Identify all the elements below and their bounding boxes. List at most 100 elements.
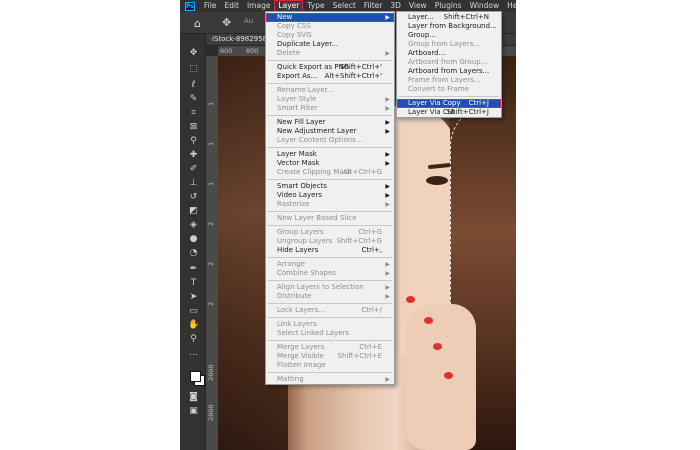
layer-menu-item-export-as[interactable]: Export As... Alt+Shift+Ctrl+': [266, 72, 394, 81]
hand-tool-icon[interactable]: ✋: [188, 320, 199, 331]
menu-separator: [268, 211, 392, 212]
pen-tool-icon[interactable]: ✒: [188, 264, 199, 275]
menu-item-label: Layer from Background...: [408, 22, 497, 30]
quick-mask-icon[interactable]: ◙: [188, 392, 199, 403]
foreground-color-swatch[interactable]: [190, 371, 201, 382]
menu-separator: [268, 257, 392, 258]
layer-menu-item-copy-svg[interactable]: Copy SVG: [266, 31, 394, 40]
layer-menu-item-hide-layers[interactable]: Hide Layers Ctrl+,: [266, 246, 394, 255]
layer-menu-item-copy-css[interactable]: Copy CSS: [266, 22, 394, 31]
eraser-tool-icon[interactable]: ◩: [188, 206, 199, 217]
brush-tool-icon[interactable]: ✐: [188, 164, 199, 175]
eyedropper-tool-icon[interactable]: ⚲: [188, 136, 199, 147]
menu-item-shortcut: Ctrl+J: [468, 99, 489, 107]
layer-menu-item-new-fill-layer[interactable]: New Fill Layer ▶: [266, 118, 394, 127]
menu-item-label: Matting: [277, 375, 304, 383]
tools-panel: ✥ ⬚ ℓ ✎ ⌗ ⊠ ⚲ ✚ ✐ ⊥ ↺ ◩ ◈ ● ◔ ✒ T ➤ ▭ ✋ …: [180, 34, 206, 450]
menu-item-label: Link Layers: [277, 320, 317, 328]
menu-help[interactable]: Help: [503, 0, 516, 12]
new-menu-item-artboard-from-layers[interactable]: Artboard from Layers...: [397, 67, 501, 76]
menu-item-shortcut: Ctrl+,: [361, 246, 382, 254]
layer-menu-item-matting[interactable]: Matting ▶: [266, 375, 394, 384]
submenu-arrow-icon: ▶: [385, 14, 390, 21]
new-menu-item-layer-via-cut[interactable]: Layer Via Cut Shift+Ctrl+J: [397, 108, 501, 117]
history-brush-tool-icon[interactable]: ↺: [188, 192, 199, 203]
layer-menu-item-new[interactable]: New ▶: [266, 13, 394, 22]
marquee-tool-icon[interactable]: ⬚: [188, 64, 199, 75]
layer-menu-item-ungroup-layers[interactable]: Ungroup Layers Shift+Ctrl+G: [266, 237, 394, 246]
menu-item-label: Smart Objects: [277, 182, 327, 190]
layer-menu-item-layer-content-options[interactable]: Layer Content Options...: [266, 136, 394, 145]
submenu-arrow-icon: ▶: [385, 160, 390, 167]
menu-item-shortcut: Shift+Ctrl+': [339, 63, 382, 71]
submenu-arrow-icon: ▶: [385, 201, 390, 208]
screen-mode-icon[interactable]: ▣: [188, 406, 199, 417]
layer-menu-item-vector-mask[interactable]: Vector Mask ▶: [266, 159, 394, 168]
layer-menu-item-delete[interactable]: Delete ▶: [266, 49, 394, 58]
menu-item-label: New Adjustment Layer: [277, 127, 357, 135]
rectangle-tool-icon[interactable]: ▭: [188, 306, 199, 317]
new-menu-item-layer-via-copy[interactable]: Layer Via Copy Ctrl+J: [397, 99, 501, 108]
new-menu-item-frame-from-layers[interactable]: Frame from Layers...: [397, 76, 501, 85]
zoom-tool-icon[interactable]: ⚲: [188, 334, 199, 345]
frame-tool-icon[interactable]: ⊠: [188, 122, 199, 133]
layer-menu-item-arrange[interactable]: Arrange ▶: [266, 260, 394, 269]
healing-brush-tool-icon[interactable]: ✚: [188, 150, 199, 161]
layer-menu-item-layer-style[interactable]: Layer Style ▶: [266, 95, 394, 104]
submenu-arrow-icon: ▶: [385, 151, 390, 158]
layer-menu-item-flatten-image[interactable]: Flatten Image: [266, 361, 394, 370]
layer-menu-item-layer-mask[interactable]: Layer Mask ▶: [266, 150, 394, 159]
layer-menu-item-link-layers[interactable]: Link Layers: [266, 320, 394, 329]
layer-menu-item-rasterize[interactable]: Rasterize ▶: [266, 200, 394, 209]
menu-separator: [268, 115, 392, 116]
layer-menu-item-rename-layer[interactable]: Rename Layer...: [266, 86, 394, 95]
layer-menu-item-video-layers[interactable]: Video Layers ▶: [266, 191, 394, 200]
layer-menu-item-select-linked-layers[interactable]: Select Linked Layers: [266, 329, 394, 338]
menu-item-label: Frame from Layers...: [408, 76, 481, 84]
blur-tool-icon[interactable]: ●: [188, 234, 199, 245]
clone-stamp-tool-icon[interactable]: ⊥: [188, 178, 199, 189]
dodge-tool-icon[interactable]: ◔: [188, 248, 199, 259]
layer-menu-item-create-clipping-mask[interactable]: Create Clipping Mask Alt+Ctrl+G: [266, 168, 394, 177]
paint-bucket-tool-icon[interactable]: ◈: [188, 220, 199, 231]
layer-menu-item-new-layer-based-slice[interactable]: New Layer Based Slice: [266, 214, 394, 223]
new-submenu-dropdown: Layer... Shift+Ctrl+N Layer from Backgroun…: [396, 11, 502, 118]
menu-item-label: Layer...: [408, 13, 434, 21]
document-tab-label: iStock-89829585: [212, 35, 272, 43]
menu-item-label: Video Layers: [277, 191, 323, 199]
menu-edit[interactable]: Edit: [220, 0, 243, 12]
new-menu-item-layer[interactable]: Layer... Shift+Ctrl+N: [397, 13, 501, 22]
new-menu-item-artboard[interactable]: Artboard...: [397, 49, 501, 58]
menu-item-label: Copy CSS: [277, 22, 311, 30]
type-tool-icon[interactable]: T: [188, 278, 199, 289]
new-menu-item-layer-from-background[interactable]: Layer from Background...: [397, 22, 501, 31]
layer-menu-item-smart-filter[interactable]: Smart Filter ▶: [266, 104, 394, 113]
more-tools-icon[interactable]: …: [188, 348, 199, 359]
new-menu-item-artboard-from-group[interactable]: Artboard from Group...: [397, 58, 501, 67]
layer-menu-item-align-layers-to-selection[interactable]: Align Layers to Selection ▶: [266, 283, 394, 292]
layer-menu-item-merge-visible[interactable]: Merge Visible Shift+Ctrl+E: [266, 352, 394, 361]
layer-menu-item-new-adjustment-layer[interactable]: New Adjustment Layer ▶: [266, 127, 394, 136]
layer-menu-item-merge-layers[interactable]: Merge Layers Ctrl+E: [266, 343, 394, 352]
layer-menu-item-combine-shapes[interactable]: Combine Shapes ▶: [266, 269, 394, 278]
lasso-tool-icon[interactable]: ℓ: [188, 80, 199, 91]
move-tool-icon[interactable]: ✥: [222, 16, 231, 29]
move-tool-icon[interactable]: ✥: [188, 48, 199, 59]
menu-file[interactable]: File: [200, 0, 221, 12]
new-menu-item-group-from-layers[interactable]: Group from Layers...: [397, 40, 501, 49]
quick-selection-tool-icon[interactable]: ✎: [188, 94, 199, 105]
auto-select-label[interactable]: Au: [244, 17, 253, 25]
crop-tool-icon[interactable]: ⌗: [188, 108, 199, 119]
layer-menu-item-quick-export-as-png[interactable]: Quick Export as PNG Shift+Ctrl+': [266, 63, 394, 72]
layer-menu-item-duplicate-layer[interactable]: Duplicate Layer...: [266, 40, 394, 49]
new-menu-item-convert-to-frame[interactable]: Convert to Frame: [397, 85, 501, 94]
layer-menu-item-distribute[interactable]: Distribute ▶: [266, 292, 394, 301]
path-selection-tool-icon[interactable]: ➤: [188, 292, 199, 303]
layer-menu-item-group-layers[interactable]: Group Layers Ctrl+G: [266, 228, 394, 237]
layer-menu-item-smart-objects[interactable]: Smart Objects ▶: [266, 182, 394, 191]
ruler-mark: 2600: [207, 364, 215, 381]
new-menu-item-group[interactable]: Group...: [397, 31, 501, 40]
home-icon[interactable]: ⌂: [194, 17, 201, 30]
menu-item-label: New Layer Based Slice: [277, 214, 357, 222]
layer-menu-item-lock-layers[interactable]: Lock Layers... Ctrl+/: [266, 306, 394, 315]
